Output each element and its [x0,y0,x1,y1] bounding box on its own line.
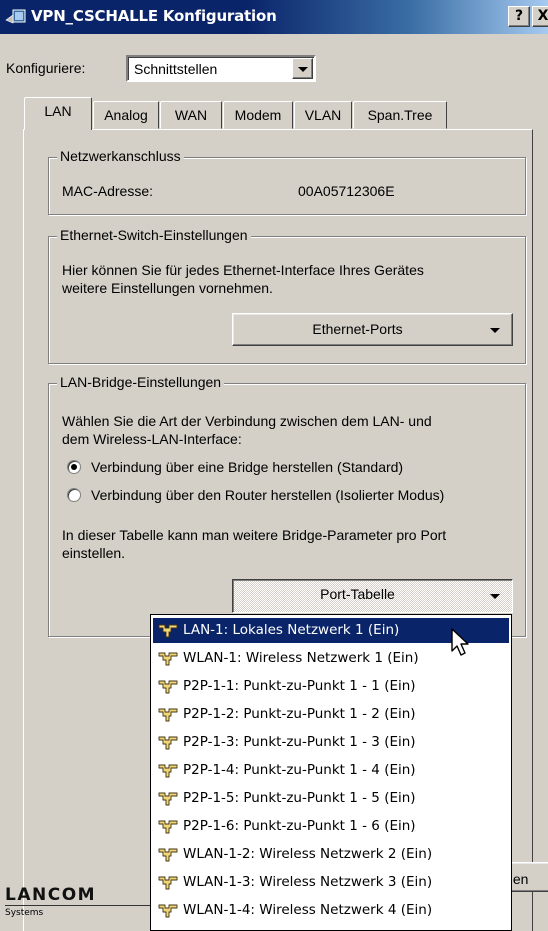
apply-button-label: ıen [509,871,529,887]
title-bar[interactable]: VPN_CSCHALLE Konfiguration ? X [0,0,548,34]
port-list-item-label: P2P-1-5: Punkt-zu-Punkt 1 - 5 (Ein) [183,790,416,806]
tab-lan[interactable]: LAN [24,97,92,130]
logo-underline [5,905,165,906]
lancom-logo-sub: Systems [5,908,44,918]
bridge-table-desc-line1: In dieser Tabelle kann man weitere Bridg… [62,527,447,543]
port-list-item[interactable]: P2P-1-4: Punkt-zu-Punkt 1 - 4 (Ein) [153,758,509,783]
port-list-item-label: P2P-1-6: Punkt-zu-Punkt 1 - 6 (Ein) [183,818,416,834]
ethernet-port-icon [158,652,178,666]
ethernet-switch-title: Ethernet-Switch-Einstellungen [57,227,251,243]
ethernet-ports-label: Ethernet-Ports [312,321,403,337]
lan-bridge-title: LAN-Bridge-Einstellungen [57,374,225,390]
ethernet-port-icon [158,680,178,694]
radio-router[interactable] [67,488,81,502]
ethernet-port-icon [158,624,178,638]
lancom-logo: LANCOM [5,885,97,905]
window-title: VPN_CSCHALLE Konfiguration [31,7,277,25]
port-list-item-label: WLAN-1: Wireless Netzwerk 1 (Ein) [183,650,419,666]
port-list-item-label: WLAN-1-2: Wireless Netzwerk 2 (Ein) [183,846,433,862]
close-button[interactable]: X [532,6,548,27]
port-table-button[interactable]: Port-Tabelle [232,579,513,613]
port-list-item[interactable]: WLAN-1-2: Wireless Netzwerk 2 (Ein) [153,842,509,867]
bridge-desc-line2: dem Wireless-LAN-Interface: [62,431,242,447]
mouse-pointer-icon [451,628,469,656]
port-list-item[interactable]: P2P-1-6: Punkt-zu-Punkt 1 - 6 (Ein) [153,814,509,839]
port-list-item-label: WLAN-1-4: Wireless Netzwerk 4 (Ein) [183,902,433,918]
port-list-item-label: P2P-1-2: Punkt-zu-Punkt 1 - 2 (Ein) [183,706,416,722]
netzwerkanschluss-title: Netzwerkanschluss [57,148,184,164]
port-list-item[interactable]: P2P-1-3: Punkt-zu-Punkt 1 - 3 (Ein) [153,730,509,755]
port-list-item[interactable]: WLAN-1-3: Wireless Netzwerk 3 (Ein) [153,870,509,895]
dropdown-arrow-icon [490,328,500,333]
port-list-item-label: P2P-1-1: Punkt-zu-Punkt 1 - 1 (Ein) [183,678,416,694]
ethernet-port-icon [158,876,178,890]
help-button[interactable]: ? [508,6,530,27]
ethernet-port-icon [158,736,178,750]
ethernet-port-icon [158,820,178,834]
port-table-label: Port-Tabelle [320,586,395,602]
bridge-desc-line1: Wählen Sie die Art der Verbindung zwisch… [62,413,432,429]
tab-wan[interactable]: WAN [160,101,222,129]
port-dropdown-list[interactable]: LAN-1: Lokales Netzwerk 1 (Ein) WLAN-1: W… [150,614,512,931]
ethernet-port-icon [158,764,178,778]
port-list-item-label: WLAN-1-3: Wireless Netzwerk 3 (Ein) [183,874,433,890]
network-config-icon [5,9,26,24]
ethernet-port-icon [158,708,178,722]
ethernet-port-icon [158,904,178,918]
port-list-item[interactable]: WLAN-1-4: Wireless Netzwerk 4 (Ein) [153,898,509,923]
bridge-table-desc-line2: einstellen. [62,545,126,561]
port-list-item-label: P2P-1-3: Punkt-zu-Punkt 1 - 3 (Ein) [183,734,416,750]
ethernet-desc-line2: weitere Einstellungen vornehmen. [62,280,273,296]
port-list-item[interactable]: P2P-1-1: Punkt-zu-Punkt 1 - 1 (Ein) [153,674,509,699]
dropdown-arrow-icon [490,594,500,599]
tab-modem[interactable]: Modem [223,101,293,129]
configure-label: Konfiguriere: [6,60,86,76]
mac-value: 00A05712306E [298,183,395,199]
mac-label: MAC-Adresse: [62,183,154,199]
port-list-item[interactable]: P2P-1-5: Punkt-zu-Punkt 1 - 5 (Ein) [153,786,509,811]
ethernet-ports-button[interactable]: Ethernet-Ports [232,313,513,346]
radio-bridge[interactable] [67,460,81,474]
configure-select-value: Schnittstellen [134,61,218,77]
ethernet-desc-line1: Hier können Sie für jedes Ethernet-Inter… [62,262,424,278]
radio-bridge-label[interactable]: Verbindung über eine Bridge herstellen (… [91,459,403,476]
tab-analog[interactable]: Analog [93,101,159,129]
port-list-item-label: LAN-1: Lokales Netzwerk 1 (Ein) [183,622,400,638]
port-list-item-label: P2P-1-4: Punkt-zu-Punkt 1 - 4 (Ein) [183,762,416,778]
radio-router-label[interactable]: Verbindung über den Router herstellen (I… [91,487,444,504]
port-list-item[interactable]: P2P-1-2: Punkt-zu-Punkt 1 - 2 (Ein) [153,702,509,727]
configure-select[interactable]: Schnittstellen [126,55,316,82]
ethernet-port-icon [158,792,178,806]
ethernet-port-icon [158,848,178,862]
chevron-down-icon[interactable] [292,58,313,79]
tab-vlan[interactable]: VLAN [294,101,352,129]
tab-span-tree[interactable]: Span.Tree [353,101,447,129]
